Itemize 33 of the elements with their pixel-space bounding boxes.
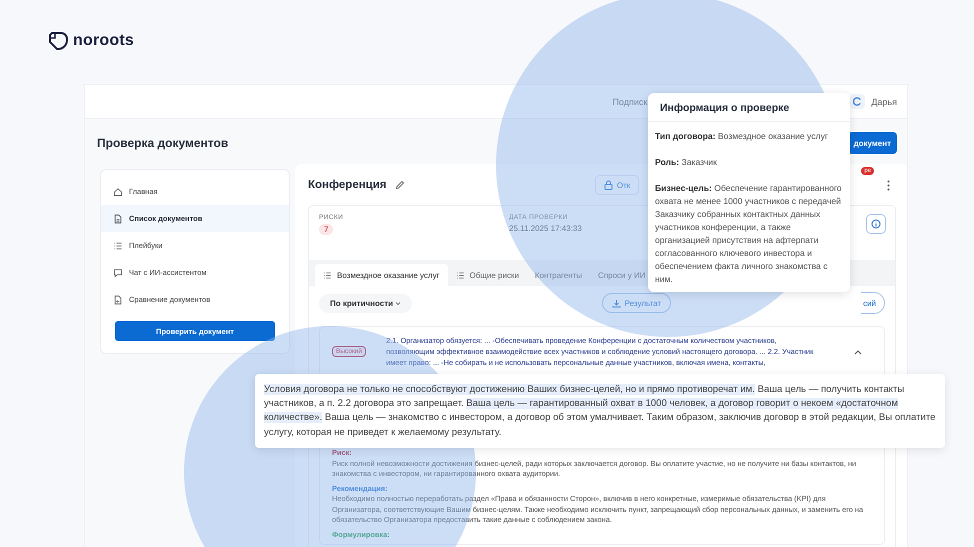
list-icon	[113, 240, 123, 250]
document-icon	[113, 214, 123, 224]
info-field: Бизнес-цель: Обеспечение гарантированного охвата не менее 1000 участников с передачей Заказчику собранных контактных данных участников конференции, а также организацией присутствия на афтерпати согласованного ключевого инвестора и обеспечением факта личного знакомства с ним.	[655, 182, 843, 286]
tab[interactable]: Общие риски	[448, 264, 527, 286]
info-button[interactable]	[866, 214, 886, 234]
info-field: Тип договора: Возмездное оказание услуг	[655, 130, 843, 143]
sort-dropdown[interactable]: По критичности	[319, 294, 412, 312]
stat-value: 25.11.2025 17:43:33	[509, 224, 582, 233]
chat-icon	[113, 268, 123, 278]
versions-button[interactable]: сий	[861, 292, 885, 314]
document-compare-icon	[113, 294, 123, 304]
info-field: Роль: Заказчик	[655, 156, 843, 169]
primary-button[interactable]: документ	[848, 132, 897, 154]
page-title: Проверка документов	[97, 136, 228, 150]
logo-icon	[47, 30, 69, 52]
risk-count-badge: 7	[319, 224, 334, 235]
caret-icon	[395, 300, 402, 306]
info-icon	[871, 219, 881, 229]
list-icon	[323, 270, 332, 280]
ai-explanation: Условия договора не только не способствуют достижению Ваших бизнес-целей, но и прямо противоречат им. Ваша цель — получить контакты участников, а п. 2.2 договора это запрещает. Ваша цель — гарантированный охват в 1000 человек, а договор говорит о некоем «достаточном количестве». Ваша цель — знакомство с инвестором, а договор об этом умалчивает. Таким образом, заключив договор в этой редакции, Вы оплатите услугу, которая не приведет к желаемому результату.	[264, 383, 936, 440]
caret-icon[interactable]	[854, 348, 862, 354]
user-avatar[interactable]	[850, 94, 866, 109]
home-icon	[113, 186, 123, 196]
pencil-icon[interactable]	[394, 180, 405, 190]
user-name[interactable]: Дарья	[871, 96, 897, 106]
list-icon	[456, 270, 464, 280]
download-icon	[612, 298, 621, 308]
tab[interactable]: Возмездное оказание услуг	[315, 264, 448, 286]
lock-icon	[604, 180, 613, 190]
more-menu-icon[interactable]	[887, 180, 890, 190]
popup-title: Информация о проверке	[648, 93, 850, 122]
brand-name: noroots	[73, 32, 134, 50]
document-title: Конференция	[308, 179, 387, 191]
